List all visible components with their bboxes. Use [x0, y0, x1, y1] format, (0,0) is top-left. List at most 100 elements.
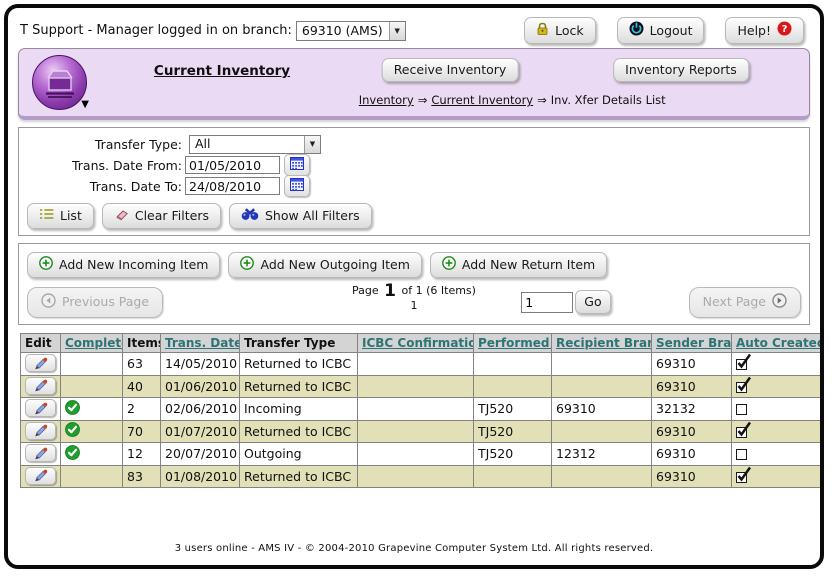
date-from-calendar-button[interactable] — [284, 154, 310, 176]
transfer-type-value: All — [190, 135, 304, 153]
date-to-input[interactable] — [185, 177, 280, 195]
items-cell: 63 — [123, 353, 161, 376]
go-button[interactable]: Go — [575, 290, 610, 314]
inventory-module-icon[interactable]: ▼ — [32, 55, 87, 110]
list-button[interactable]: List — [27, 203, 94, 229]
help-button-label: Help! — [737, 23, 771, 38]
chevron-down-icon: ▼ — [304, 136, 320, 153]
sender-branch-cell: 69310 — [652, 465, 732, 488]
transfer-type-cell: Returned to ICBC — [240, 353, 358, 376]
transfer-type-cell: Outgoing — [240, 443, 358, 466]
previous-arrow-icon — [41, 293, 56, 311]
breadcrumb-inventory-link[interactable]: Inventory — [359, 93, 414, 107]
page-count-text: of 1 (6 Items) — [402, 284, 476, 297]
recipient-branch-cell: 69310 — [552, 398, 652, 421]
auto-created-checkbox — [736, 427, 747, 438]
completed-check-icon — [65, 422, 80, 437]
recipient-branch-cell — [552, 420, 652, 443]
edit-button[interactable] — [25, 377, 56, 395]
goto-page-input[interactable] — [521, 292, 573, 313]
table-row: 70 01/07/2010 Returned to ICBC TJ520 693… — [21, 420, 823, 443]
column-header-performed-by[interactable]: Performed By — [474, 334, 552, 353]
calendar-icon — [290, 178, 304, 194]
login-status-text: T Support - Manager logged in on branch: — [20, 23, 292, 38]
add-incoming-item-button[interactable]: Add New Incoming Item — [27, 252, 220, 278]
add-outgoing-item-button[interactable]: Add New Outgoing Item — [228, 252, 421, 278]
date-to-label: Trans. Date To: — [27, 179, 185, 194]
page-number-link[interactable]: 1 — [352, 299, 476, 312]
current-inventory-link[interactable]: Current Inventory — [154, 63, 290, 79]
edit-button[interactable] — [25, 399, 56, 417]
add-return-label: Add New Return Item — [462, 257, 595, 272]
logout-button[interactable]: Logout — [617, 17, 705, 44]
table-row: 83 01/08/2010 Returned to ICBC 69310 — [21, 465, 823, 488]
table-row: 63 14/05/2010 Returned to ICBC 69310 — [21, 353, 823, 376]
add-outgoing-label: Add New Outgoing Item — [260, 257, 409, 272]
recipient-branch-cell: 12312 — [552, 443, 652, 466]
eraser-icon — [114, 208, 129, 224]
edit-button[interactable] — [25, 444, 56, 462]
items-cell: 83 — [123, 465, 161, 488]
next-arrow-icon — [772, 293, 787, 311]
edit-button[interactable] — [25, 467, 56, 485]
lock-button-label: Lock — [555, 23, 584, 38]
app-window: T Support - Manager logged in on branch:… — [4, 4, 824, 569]
date-from-input[interactable] — [185, 156, 280, 174]
performed-by-cell — [474, 353, 552, 376]
trans-date-cell: 20/07/2010 — [161, 443, 240, 466]
filter-panel: Transfer Type: All ▼ Trans. Date From: T… — [18, 127, 810, 236]
transfer-type-cell: Returned to ICBC — [240, 420, 358, 443]
items-cell: 40 — [123, 375, 161, 398]
table-row: 2 02/06/2010 Incoming TJ520 69310 32132 — [21, 398, 823, 421]
performed-by-cell — [474, 375, 552, 398]
list-button-label: List — [60, 208, 82, 223]
receive-inventory-button[interactable]: Receive Inventory — [382, 58, 519, 82]
auto-created-checkbox — [736, 472, 747, 483]
auto-created-checkbox — [736, 382, 747, 393]
sender-branch-cell: 69310 — [652, 353, 732, 376]
clear-filters-button[interactable]: Clear Filters — [102, 203, 221, 229]
column-header-sender-branch[interactable]: Sender Branch — [652, 334, 732, 353]
help-button[interactable]: Help! ? — [725, 17, 804, 44]
items-cell: 2 — [123, 398, 161, 421]
recipient-branch-cell — [552, 353, 652, 376]
page-word: Page — [352, 284, 379, 297]
icbc-confirmation-cell — [358, 375, 474, 398]
add-return-item-button[interactable]: Add New Return Item — [430, 252, 607, 278]
transfer-type-cell: Incoming — [240, 398, 358, 421]
recipient-branch-cell — [552, 375, 652, 398]
next-page-button[interactable]: Next Page — [689, 287, 801, 318]
previous-page-button[interactable]: Previous Page — [27, 287, 163, 318]
edit-button[interactable] — [25, 354, 56, 372]
performed-by-cell: TJ520 — [474, 420, 552, 443]
trans-date-cell: 01/07/2010 — [161, 420, 240, 443]
column-header-trans-date[interactable]: Trans. Date▲ — [161, 334, 240, 353]
breadcrumb-current-inventory-link[interactable]: Current Inventory — [431, 93, 533, 107]
sender-branch-cell: 69310 — [652, 375, 732, 398]
column-header-completed[interactable]: Completed — [61, 334, 123, 353]
box-glyph — [42, 67, 78, 99]
show-all-filters-button[interactable]: Show All Filters — [229, 203, 372, 229]
column-header-recipient-branch[interactable]: Recipient Branch — [552, 334, 652, 353]
lock-button[interactable]: Lock — [524, 17, 596, 44]
breadcrumb-current-page: Inv. Xfer Details List — [551, 93, 666, 107]
breadcrumb-separator: ⇒ — [418, 93, 428, 107]
column-header-icbc-confirmation[interactable]: ICBC Confirmation # — [358, 334, 474, 353]
date-to-calendar-button[interactable] — [284, 175, 310, 197]
trans-date-cell: 14/05/2010 — [161, 353, 240, 376]
branch-select[interactable]: 69310 (AMS) ▼ — [296, 21, 406, 41]
chevron-down-icon: ▼ — [389, 22, 405, 40]
items-cell: 12 — [123, 443, 161, 466]
transfer-type-label: Transfer Type: — [27, 137, 185, 152]
transfer-type-select[interactable]: All ▼ — [189, 135, 321, 154]
sender-branch-cell: 32132 — [652, 398, 732, 421]
add-icon — [240, 256, 254, 273]
actions-panel: Add New Incoming Item Add New Outgoing I… — [18, 243, 810, 325]
inventory-reports-button[interactable]: Inventory Reports — [613, 58, 749, 82]
column-header-auto-created[interactable]: Auto Created — [732, 334, 823, 353]
logout-button-label: Logout — [650, 23, 693, 38]
performed-by-cell: TJ520 — [474, 398, 552, 421]
edit-button[interactable] — [25, 422, 56, 440]
show-all-filters-button-label: Show All Filters — [265, 208, 360, 223]
auto-created-checkbox — [736, 359, 747, 370]
